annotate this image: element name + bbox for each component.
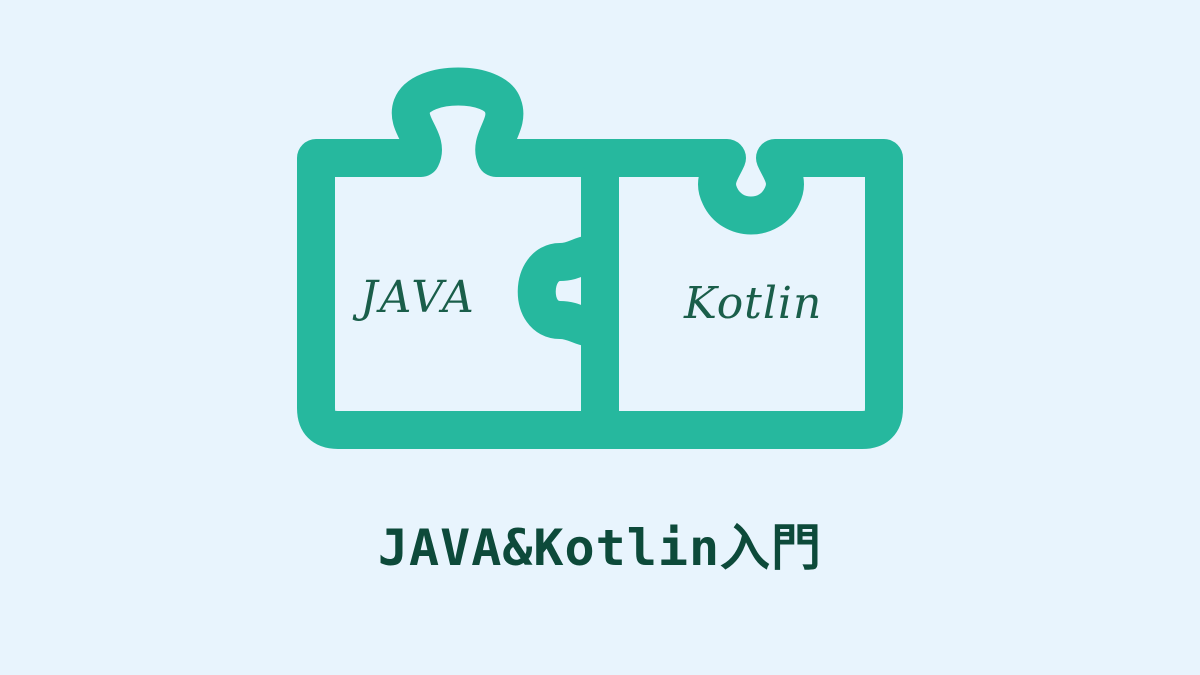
left-piece-label: JAVA — [360, 272, 476, 323]
page-title: JAVA&Kotlin入門 — [377, 519, 823, 577]
right-piece-label: Kotlin — [684, 278, 823, 329]
